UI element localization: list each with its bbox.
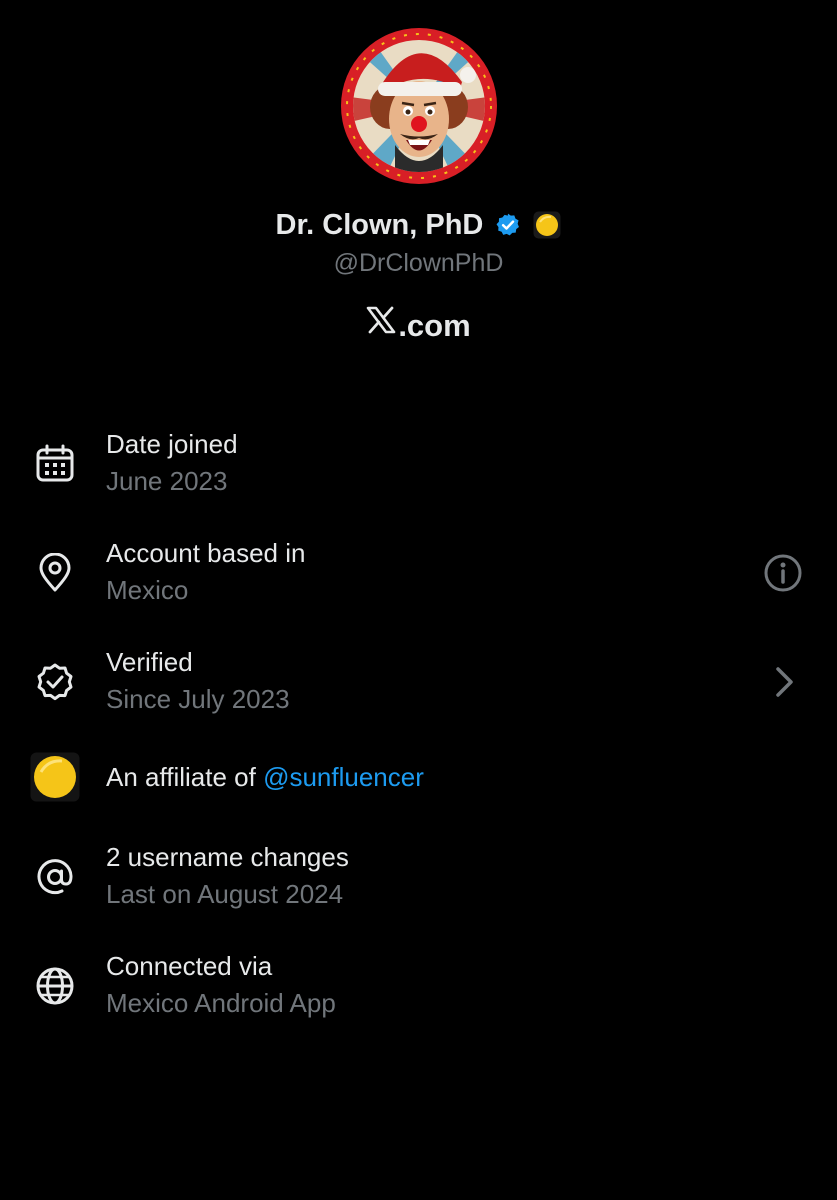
row-connected-via: Connected via Mexico Android App [0,947,837,1037]
row-title: Verified [106,647,193,677]
globe-icon [30,961,80,1011]
row-date-joined: Date joined June 2023 [0,425,837,515]
row-title: Date joined [106,429,238,459]
row-account-based-in: Account based in Mexico [0,534,837,624]
affiliate-badge-icon [30,752,80,802]
site-label-text: .com [398,307,471,343]
x-logo-icon [366,304,396,344]
row-title: Account based in [106,538,306,568]
row-title: Connected via [106,951,273,981]
display-name: Dr. Clown, PhD [275,209,484,242]
verified-badge-icon[interactable] [495,212,521,238]
row-affiliate: An affiliate of @sunfluencer [0,752,837,842]
calendar-icon [30,439,80,489]
row-value: June 2023 [106,466,228,496]
profile-header: Dr. Clown, PhD @DrClownPhD .com [0,0,837,360]
row-username-changes: 2 username changes Last on August 2024 [0,838,837,928]
username-handle: @DrClownPhD [333,249,504,277]
site-label: .com [0,304,837,346]
display-name-row: Dr. Clown, PhD [0,204,837,245]
verified-seal-icon [30,657,80,707]
chevron-right-icon[interactable] [758,657,808,707]
affiliate-prefix: An affiliate of [106,762,264,792]
location-pin-icon [30,548,80,598]
affiliate-badge-icon[interactable] [533,211,561,239]
row-value: Mexico Android App [106,988,336,1018]
row-verified[interactable]: Verified Since July 2023 [0,643,837,733]
row-value: Mexico [106,575,189,605]
row-title: 2 username changes [106,842,349,872]
affiliate-link[interactable]: @sunfluencer [263,762,424,792]
info-icon[interactable] [758,548,808,598]
row-value: Last on August 2024 [106,879,344,909]
avatar[interactable] [340,27,498,185]
at-sign-icon [30,852,80,902]
row-value: Since July 2023 [106,684,290,714]
affiliate-text: An affiliate of @sunfluencer [106,760,424,794]
